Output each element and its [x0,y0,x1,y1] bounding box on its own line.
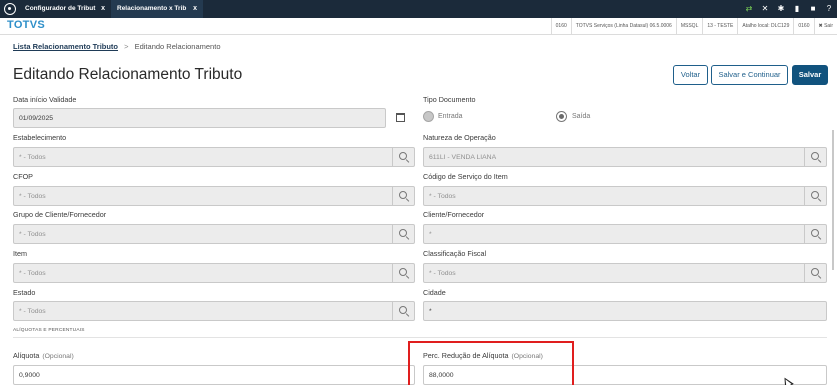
search-icon[interactable] [804,187,826,205]
breadcrumb-current: Editando Relacionamento [134,42,221,51]
cfop-value: * - Todos [19,193,46,200]
estabelecimento-label: Estabelecimento [13,133,67,142]
scrollbar[interactable] [832,130,834,270]
estado-input[interactable]: * - Todos [13,301,415,321]
close-icon[interactable]: x [193,0,197,18]
page-title: Editando Relacionamento Tributo [13,66,243,83]
salvar-continuar-button[interactable]: Salvar e Continuar [711,65,788,85]
search-icon[interactable] [392,302,414,320]
aliquota-value: 0,9000 [19,372,40,379]
search-icon[interactable] [804,148,826,166]
cfop-input[interactable]: * - Todos [13,186,415,206]
radio-entrada[interactable] [423,111,434,122]
codigo-servico-value: * - Todos [429,193,456,200]
data-inicio-label: Data início Validade [13,95,77,104]
estabelecimento-input[interactable]: * - Todos [13,147,415,167]
tab-label: Relacionamento x Trib [117,5,187,12]
radio-saida-label: Saída [572,113,591,120]
top-bar: Configurador de Tribut x Relacionamento … [0,0,837,18]
network-icon[interactable]: ⇄ [741,0,757,18]
salvar-button[interactable]: Salvar [792,65,828,85]
radio-entrada-label: Entrada [438,113,463,120]
env-product: TOTVS Serviços (Linha Datasul) 06.5.0006 [570,18,676,34]
section-aliquotas-title: ALÍQUOTAS E PERCENTUAIS [13,328,85,333]
totvs-logo: TOTVS [7,19,45,31]
item-value: * - Todos [19,270,46,277]
home-icon[interactable] [4,3,16,15]
close-icon[interactable]: x [101,0,105,18]
breadcrumb: Lista Relacionamento Tributo > Editando … [13,42,221,51]
codigo-servico-input[interactable]: * - Todos [423,186,827,206]
codigo-servico-label: Código de Serviço do Item [423,172,508,181]
highlight-box [408,341,574,385]
tab-relacionamento[interactable]: Relacionamento x Trib x [111,0,203,18]
search-icon[interactable] [804,264,826,282]
breadcrumb-parent-link[interactable]: Lista Relacionamento Tributo [13,42,118,51]
search-icon[interactable] [392,225,414,243]
search-icon[interactable] [392,148,414,166]
settings-icon[interactable]: ✱ [773,0,789,18]
cfop-label: CFOP [13,172,33,181]
cliente-label: Cliente/Fornecedor [423,210,485,219]
cliente-input[interactable]: * [423,224,827,244]
estado-label: Estado [13,288,36,297]
grupo-cliente-label: Grupo de Cliente/Fornecedor [13,210,107,219]
classificacao-label: Classificação Fiscal [423,249,487,258]
search-icon[interactable] [804,225,826,243]
tab-configurador[interactable]: Configurador de Tribut x [19,0,111,18]
aliquota-optional: (Opcional) [42,353,74,360]
app-window: Configurador de Tribut x Relacionamento … [0,0,837,385]
cliente-value: * [429,231,432,238]
aliquota-label: Alíquota (Opcional) [13,351,74,360]
env-shortcut: Atalho local: DLC129 [737,18,793,34]
env-environment: 13 - TESTE [702,18,737,34]
env-database: MSSQL [675,18,703,34]
estabelecimento-value: * - Todos [19,154,46,161]
cidade-label: Cidade [423,288,446,297]
top-icons: ⇄ ✕ ✱ ▮ ■ ? [741,0,837,18]
env-user: 0160 [793,18,813,34]
logout-label: Sair [824,23,833,29]
grupo-cliente-value: * - Todos [19,231,46,238]
search-icon[interactable] [392,264,414,282]
item-label: Item [13,249,27,258]
classificacao-input[interactable]: * - Todos [423,263,827,283]
message-icon[interactable]: ■ [805,0,821,18]
natureza-label: Natureza de Operação [423,133,496,142]
document-icon[interactable]: ▮ [789,0,805,18]
help-icon[interactable]: ? [821,0,837,18]
voltar-button[interactable]: Voltar [673,65,708,85]
logout-button[interactable]: ✖ Sair [813,18,837,34]
cidade-value: * [429,308,432,315]
natureza-input[interactable]: 611LI - VENDA LIANA [423,147,827,167]
grupo-cliente-input[interactable]: * - Todos [13,224,415,244]
classificacao-value: * - Todos [429,270,456,277]
data-inicio-input[interactable]: 01/09/2025 [13,108,386,128]
breadcrumb-separator: > [124,42,129,51]
cidade-input[interactable]: * [423,301,827,321]
brand-bar: TOTVS 0160 TOTVS Serviços (Linha Datasul… [0,18,837,35]
tipo-documento-label: Tipo Documento [423,95,476,104]
aliquota-label-text: Alíquota [13,351,40,360]
environment-info: 0160 TOTVS Serviços (Linha Datasul) 06.5… [550,18,837,34]
aliquota-input[interactable]: 0,9000 [13,365,415,385]
natureza-value: 611LI - VENDA LIANA [429,154,497,161]
env-company: 0160 [550,18,571,34]
item-input[interactable]: * - Todos [13,263,415,283]
search-icon[interactable] [392,187,414,205]
estado-value: * - Todos [19,308,46,315]
section-divider [13,337,827,338]
tab-label: Configurador de Tribut [25,5,96,12]
data-inicio-value: 01/09/2025 [19,115,54,122]
radio-saida[interactable] [556,111,567,122]
calendar-icon[interactable] [396,113,405,122]
shuffle-icon[interactable]: ✕ [757,0,773,18]
